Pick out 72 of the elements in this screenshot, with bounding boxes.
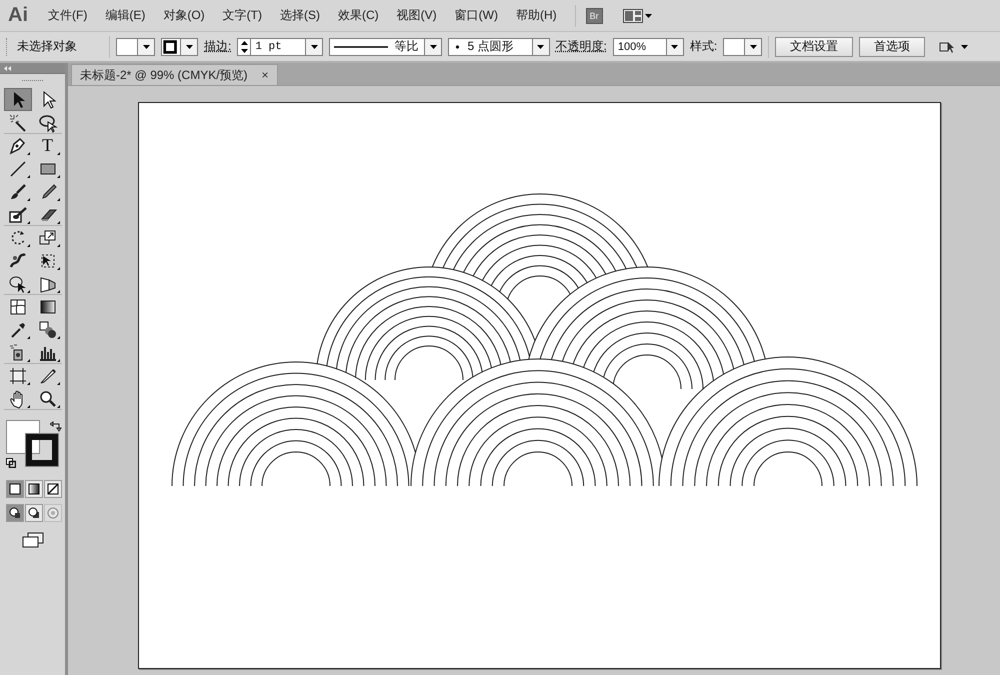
caret-icon <box>537 44 544 48</box>
menu-item[interactable]: 选择(S) <box>278 5 322 26</box>
opacity-label[interactable]: 不透明度: <box>556 38 607 55</box>
menu-item[interactable]: 文件(F) <box>46 5 90 26</box>
stroke-line-icon <box>334 44 388 48</box>
menu-item[interactable]: 窗口(W) <box>452 5 500 26</box>
increment-icon[interactable] <box>240 40 248 44</box>
blob-brush-icon <box>8 204 28 224</box>
none-mode-icon <box>46 482 60 496</box>
draw-mode-icon <box>27 506 41 520</box>
tool-button[interactable] <box>4 88 32 111</box>
caret-icon <box>644 14 652 18</box>
stroke-weight-field[interactable]: 1 pt <box>237 38 324 56</box>
menu-item[interactable]: 视图(V) <box>394 5 439 26</box>
magic-wand-icon <box>8 112 28 132</box>
default-colors-icon[interactable] <box>6 458 16 468</box>
color-mode-button[interactable] <box>44 480 62 498</box>
fill-swatch-dropdown[interactable] <box>116 38 155 56</box>
draw-mode-button[interactable] <box>6 504 24 522</box>
document-tab[interactable]: 未标题-2* @ 99% (CMYK/预览) × <box>71 64 278 85</box>
draw-mode-button[interactable] <box>25 504 43 522</box>
menu-item[interactable]: 效果(C) <box>336 5 381 26</box>
lasso-icon <box>38 112 58 132</box>
color-mode-button[interactable] <box>6 480 24 498</box>
artboard-icon <box>8 366 28 386</box>
stroke-swatch-dropdown[interactable] <box>161 38 198 56</box>
layout-icon <box>622 8 643 22</box>
gradient-mode-icon <box>27 482 41 496</box>
brush-dropdown[interactable]: • 5 点圆形 <box>448 38 550 56</box>
caret-icon <box>186 44 192 48</box>
style-dropdown[interactable] <box>723 38 762 56</box>
collapse-icon[interactable] <box>4 66 11 70</box>
toolbar-button[interactable]: 首选项 <box>859 36 926 56</box>
scale-icon <box>38 228 58 248</box>
workspace-switcher[interactable] <box>622 8 652 22</box>
caret-icon <box>310 44 318 48</box>
close-tab-button[interactable]: × <box>262 68 269 82</box>
panel-menu-button[interactable] <box>939 40 968 54</box>
draw-mode-icon <box>8 506 22 520</box>
zoom-icon <box>38 388 58 408</box>
caret-icon <box>142 44 150 48</box>
style-label: 样式: <box>690 38 718 55</box>
caret-icon <box>671 44 678 48</box>
menu-item[interactable]: 对象(O) <box>161 5 207 26</box>
caret-icon <box>750 44 757 48</box>
color-mode-button[interactable] <box>25 480 43 498</box>
caret-icon <box>961 44 968 48</box>
decrement-icon[interactable] <box>240 48 248 52</box>
app-logo: Ai <box>8 4 28 27</box>
opacity-dropdown[interactable]: 100% <box>612 38 684 56</box>
blend-icon <box>38 320 58 340</box>
screen-mode-icon[interactable] <box>22 532 44 548</box>
color-mode-icon <box>8 482 22 496</box>
mesh-icon <box>8 296 28 316</box>
menu-item[interactable]: 编辑(E) <box>103 5 148 26</box>
selection-status: 未选择对象 <box>17 38 78 55</box>
bridge-button[interactable]: Br <box>586 8 603 24</box>
pen-nib-icon <box>8 136 28 156</box>
draw-mode-icon <box>46 506 60 520</box>
swap-icon[interactable] <box>50 420 62 432</box>
type-tool[interactable]: T <box>34 134 62 157</box>
menu-item[interactable]: 帮助(H) <box>514 5 559 26</box>
toolbar-button[interactable]: 文档设置 <box>775 36 854 56</box>
stroke-label[interactable]: 描边: <box>204 38 232 55</box>
menu-item[interactable]: 文字(T) <box>220 5 264 26</box>
shape-builder-icon <box>8 274 28 294</box>
panel-grip-icon[interactable] <box>22 78 44 82</box>
line-icon <box>8 158 28 178</box>
caret-icon <box>430 44 437 48</box>
stroke-profile-dropdown[interactable]: 等比 <box>329 38 442 56</box>
stroke-swatch-icon <box>162 38 180 54</box>
stroke-color-swatch[interactable] <box>26 434 58 466</box>
